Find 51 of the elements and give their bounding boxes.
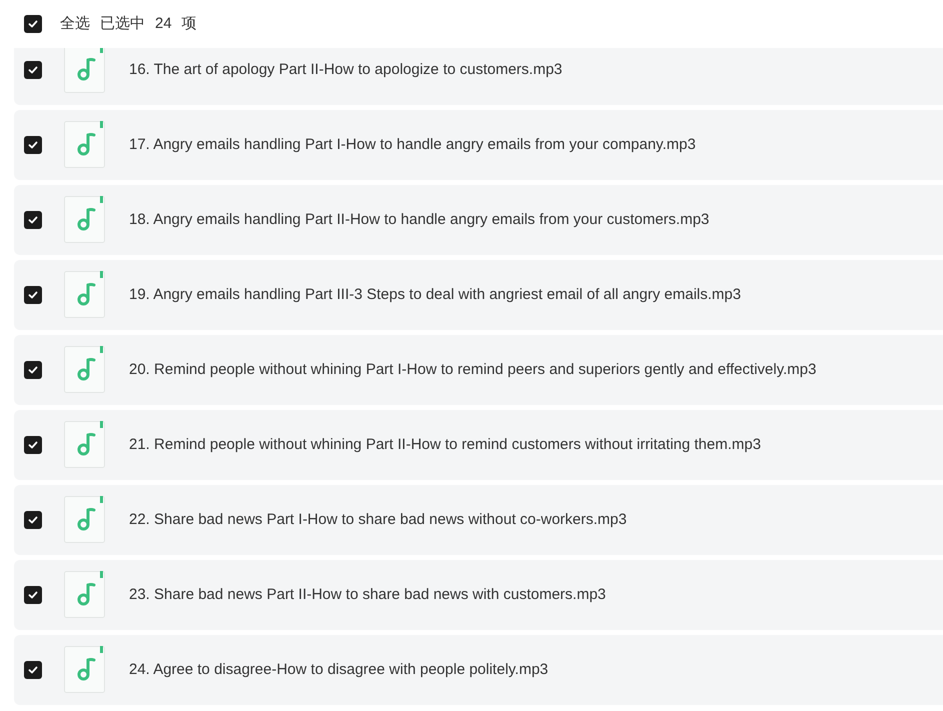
- file-name: 22. Share bad news Part I-How to share bad news without co-workers.mp3: [129, 510, 627, 530]
- checkbox[interactable]: [24, 136, 42, 154]
- selection-count: 24: [155, 14, 172, 34]
- audio-file-icon: [64, 421, 106, 469]
- file-row[interactable]: 20. Remind people without whining Part I-How to remind peers and superiors gently and effectively.mp3: [14, 335, 943, 405]
- checkbox[interactable]: [24, 586, 42, 604]
- file-name: 18. Angry emails handling Part II-How to handle angry emails from your customers.mp3: [129, 210, 710, 230]
- file-row[interactable]: 19. Angry emails handling Part III-3 Steps to deal with angriest email of all angry emails.mp3: [14, 260, 943, 330]
- audio-file-icon: [64, 121, 106, 169]
- checkbox[interactable]: [24, 436, 42, 454]
- file-row[interactable]: 18. Angry emails handling Part II-How to handle angry emails from your customers.mp3: [14, 185, 943, 255]
- select-all-label[interactable]: 全选: [60, 12, 90, 36]
- file-row[interactable]: 24. Agree to disagree-How to disagree with people politely.mp3: [14, 635, 943, 705]
- file-name: 19. Angry emails handling Part III-3 Steps to deal with angriest email of all angry emails.mp3: [129, 284, 741, 305]
- check-icon: [27, 439, 39, 451]
- file-row[interactable]: 17. Angry emails handling Part I-How to handle angry emails from your company.mp3: [14, 110, 943, 180]
- checkbox[interactable]: [24, 211, 42, 229]
- file-name: 16. The art of apology Part II-How to apologize to customers.mp3: [129, 60, 562, 80]
- check-icon: [27, 514, 39, 526]
- audio-file-icon: [64, 48, 106, 94]
- checkbox[interactable]: [24, 361, 42, 379]
- check-icon: [27, 64, 39, 76]
- file-name: 21. Remind people without whining Part II-How to remind customers without irritating them.mp3: [129, 434, 761, 455]
- audio-file-icon: [64, 646, 106, 694]
- check-icon: [27, 214, 39, 226]
- check-icon: [27, 139, 39, 151]
- checkbox[interactable]: [24, 61, 42, 79]
- file-row[interactable]: 16. The art of apology Part II-How to apologize to customers.mp3: [14, 48, 943, 105]
- check-icon: [27, 289, 39, 301]
- file-name: 20. Remind people without whining Part I-How to remind peers and superiors gently and effectively.mp3: [129, 360, 816, 380]
- file-name: 23. Share bad news Part II-How to share bad news with customers.mp3: [129, 584, 606, 605]
- check-icon: [27, 664, 39, 676]
- audio-file-icon: [64, 346, 106, 394]
- audio-file-icon: [64, 196, 106, 244]
- check-icon: [27, 18, 39, 30]
- audio-file-icon: [64, 496, 106, 544]
- selection-unit: 项: [182, 14, 197, 34]
- file-row[interactable]: 22. Share bad news Part I-How to share bad news without co-workers.mp3: [14, 485, 943, 555]
- check-icon: [27, 589, 39, 601]
- checkbox[interactable]: [24, 286, 42, 304]
- checkbox[interactable]: [24, 15, 42, 33]
- selection-label: 已选中: [100, 14, 145, 34]
- audio-file-icon: [64, 271, 106, 319]
- file-row[interactable]: 21. Remind people without whining Part II-How to remind customers without irritating them.mp3: [14, 410, 943, 480]
- checkbox[interactable]: [24, 661, 42, 679]
- file-row[interactable]: 23. Share bad news Part II-How to share bad news with customers.mp3: [14, 560, 943, 630]
- file-name: 24. Agree to disagree-How to disagree with people politely.mp3: [129, 660, 548, 680]
- audio-file-icon: [64, 571, 106, 619]
- checkbox[interactable]: [24, 511, 42, 529]
- check-icon: [27, 364, 39, 376]
- file-name: 17. Angry emails handling Part I-How to handle angry emails from your company.mp3: [129, 134, 696, 155]
